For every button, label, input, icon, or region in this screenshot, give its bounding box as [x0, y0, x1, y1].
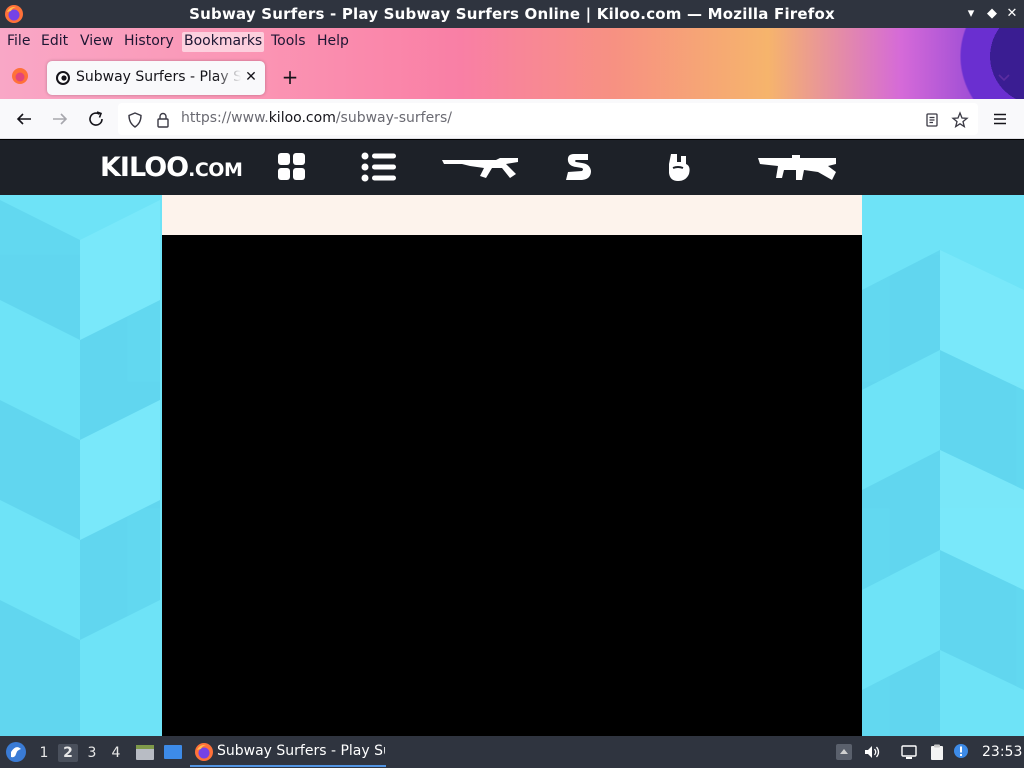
- menu-file[interactable]: File: [5, 32, 32, 52]
- site-navbar: KILOO.COM: [0, 140, 1024, 195]
- menu-help[interactable]: Help: [315, 32, 351, 52]
- app-menu-icon[interactable]: [988, 107, 1012, 131]
- clock[interactable]: 23:53: [982, 744, 1022, 760]
- bookmark-star-icon[interactable]: [951, 111, 969, 129]
- menubar: File Edit View History Bookmarks Tools H…: [0, 28, 1024, 54]
- show-desktop-icon[interactable]: [162, 742, 184, 762]
- submachine-gun-icon[interactable]: [756, 150, 838, 184]
- url-bar[interactable]: https://www.kiloo.com/subway-surfers/: [118, 103, 978, 135]
- lock-icon[interactable]: [154, 111, 172, 129]
- reload-icon[interactable]: [84, 107, 108, 131]
- game-frame[interactable]: [162, 195, 862, 736]
- kiloo-favicon-icon: [56, 71, 70, 85]
- web-page: KILOO.COM: [0, 140, 1024, 736]
- workspace-1[interactable]: 1: [34, 744, 54, 762]
- tab-close-icon[interactable]: ✕: [243, 69, 259, 85]
- maximize-icon[interactable]: ◆: [983, 5, 1001, 23]
- fist-icon[interactable]: [664, 150, 694, 184]
- list-all-tabs-icon[interactable]: [996, 69, 1012, 85]
- tab-subway-surfers[interactable]: Subway Surfers - Play Subway Surfers Onl…: [47, 61, 265, 95]
- window-title: Subway Surfers - Play Subway Surfers Onl…: [189, 5, 835, 23]
- taskbar-firefox-task[interactable]: Subway Surfers - Play Subway Surfers Onl…: [190, 737, 386, 767]
- tab-title: Subway Surfers - Play Subway Surfers Onl…: [76, 69, 241, 85]
- new-tab-button[interactable]: +: [280, 65, 300, 89]
- tray-arrow-icon[interactable]: [835, 743, 853, 761]
- forward-arrow-icon[interactable]: [48, 107, 72, 131]
- update-notifier-icon[interactable]: [952, 743, 970, 761]
- tracking-shield-icon[interactable]: [126, 111, 144, 129]
- menu-tools[interactable]: Tools: [269, 32, 308, 52]
- grid-icon[interactable]: [276, 150, 308, 184]
- rifle-icon[interactable]: [440, 150, 520, 184]
- reader-view-icon[interactable]: [923, 111, 941, 129]
- workspace-4[interactable]: 4: [106, 744, 126, 762]
- window-titlebar: Subway Surfers - Play Subway Surfers Onl…: [0, 0, 1024, 28]
- firefox-view-icon[interactable]: [10, 66, 30, 86]
- network-icon[interactable]: [900, 743, 918, 761]
- menu-edit[interactable]: Edit: [39, 32, 70, 52]
- navigation-toolbar: https://www.kiloo.com/subway-surfers/: [0, 99, 1024, 139]
- minimize-icon[interactable]: ▾: [962, 5, 980, 23]
- s-logo-icon[interactable]: [564, 150, 594, 184]
- menu-bookmarks[interactable]: Bookmarks: [182, 32, 265, 52]
- volume-icon[interactable]: [863, 743, 881, 761]
- url-path: /subway-surfers/: [335, 110, 452, 126]
- back-arrow-icon[interactable]: [12, 107, 36, 131]
- tab-strip: Subway Surfers - Play Subway Surfers Onl…: [0, 56, 1024, 99]
- menu-history[interactable]: History: [122, 32, 176, 52]
- file-manager-icon[interactable]: [134, 742, 156, 762]
- workspace-2[interactable]: 2: [58, 744, 78, 762]
- menu-view[interactable]: View: [78, 32, 115, 52]
- url-text[interactable]: https://www.kiloo.com/subway-surfers/: [181, 110, 452, 126]
- workspace-3[interactable]: 3: [82, 744, 102, 762]
- url-prefix: https://www.: [181, 110, 269, 126]
- start-menu-icon[interactable]: [5, 741, 27, 763]
- logo-main-text: KILOO: [100, 152, 189, 183]
- list-icon[interactable]: [360, 150, 398, 184]
- kiloo-logo[interactable]: KILOO.COM: [100, 152, 243, 183]
- firefox-icon: [195, 743, 213, 761]
- game-frame-header: [162, 195, 862, 235]
- clipboard-icon[interactable]: [928, 743, 946, 761]
- task-label: Subway Surfers - Play Subway Surfers Onl…: [217, 743, 385, 759]
- url-domain: kiloo.com: [268, 110, 336, 126]
- close-icon[interactable]: ✕: [1003, 5, 1021, 23]
- taskbar: 1 2 3 4 Subway Surfers - Play Subway Sur…: [0, 736, 1024, 768]
- logo-suffix-text: .COM: [188, 159, 243, 181]
